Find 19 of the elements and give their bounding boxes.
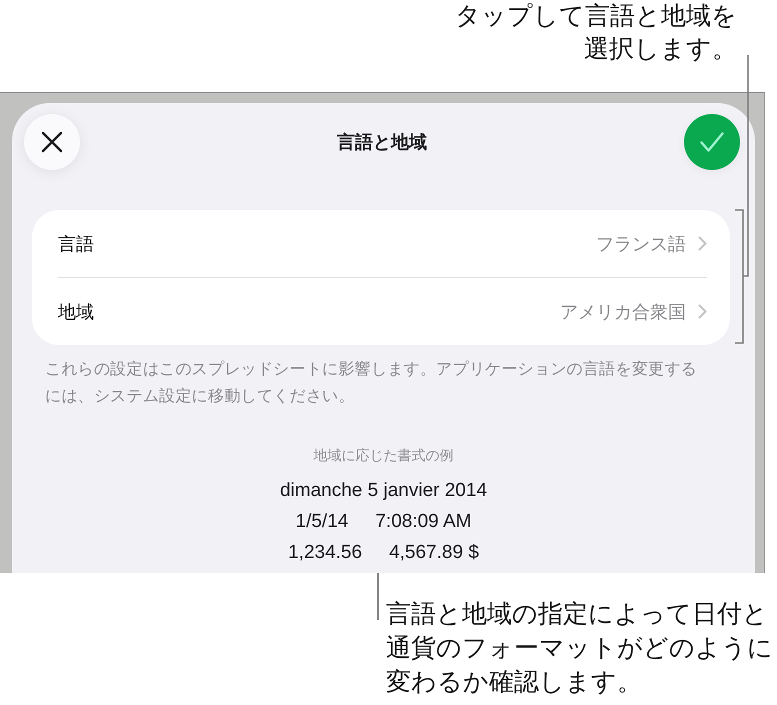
format-example: dimanche 5 janvier 2014 xyxy=(280,480,488,502)
chevron-icon[interactable] xyxy=(698,236,707,251)
format-example: 7:08:09 AM xyxy=(375,510,472,532)
close-icon xyxy=(41,131,63,153)
callout-text: 言語と地域の指定によって日付と通貨のフォーマットがどのように変わるか確認します。 xyxy=(386,599,774,698)
examples-heading: 地域に応じた書式の例 xyxy=(312,446,454,465)
checkmark-icon xyxy=(700,132,724,152)
callout-text: タップして言語と地域を選択します。 xyxy=(454,1,737,65)
setting-label: 言語 xyxy=(58,232,95,256)
format-example: 1,234.56 xyxy=(288,542,362,564)
format-example: 4,567.89 $ xyxy=(389,542,479,564)
sheet-title: 言語と地域 xyxy=(336,131,428,154)
format-example: 1/5/14 xyxy=(296,510,348,532)
settings-note: これらの設定はこのスプレッドシートに影響します。アプリケーションの言語を変更するには、システム設定に移動してください。 xyxy=(45,360,698,407)
setting-value[interactable]: アメリカ合衆国 xyxy=(560,300,686,324)
chevron-icon[interactable] xyxy=(698,304,707,319)
setting-value[interactable]: フランス語 xyxy=(596,232,686,256)
leader-line xyxy=(377,573,379,620)
setting-label: 地域 xyxy=(58,300,95,324)
